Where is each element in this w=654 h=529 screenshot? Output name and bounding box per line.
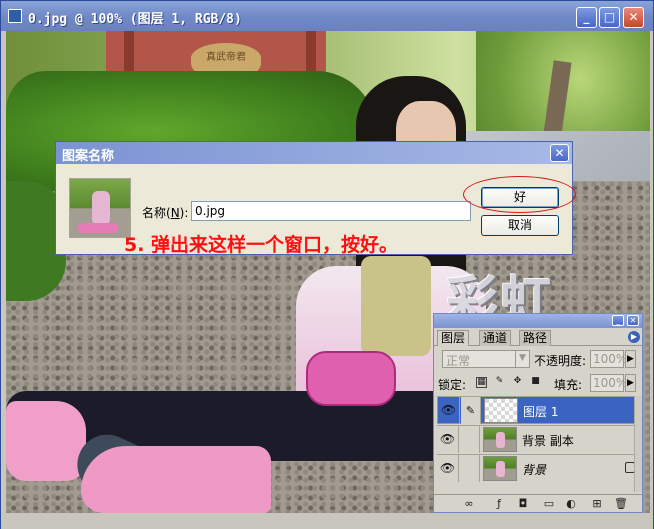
panel-tabs: 图层 通道 路径 ▶ xyxy=(434,329,642,346)
layer-name: 背景 xyxy=(522,463,547,477)
lock-move-icon[interactable]: ✥ xyxy=(512,377,523,388)
lock-row: 锁定: ▦ ✎ ✥ ■ 填充: 100% ▶ xyxy=(438,374,640,394)
pattern-preview-thumbnail xyxy=(69,178,131,238)
layer-name: 背景 副本 xyxy=(522,434,574,448)
chevron-down-icon: ▼ xyxy=(515,351,529,367)
lock-paint-icon[interactable]: ✎ xyxy=(494,377,505,388)
dialog-close-button[interactable]: ✕ xyxy=(550,144,569,162)
pattern-name-dialog: 图案名称 ✕ 名称(N): 0.jpg 好 取消 5. 弹出来这样一个窗口，按好… xyxy=(55,141,576,256)
lock-label: 锁定: xyxy=(438,378,467,392)
highlight-ring xyxy=(463,176,576,213)
eye-icon[interactable]: 👁 xyxy=(438,397,460,424)
name-input[interactable]: 0.jpg xyxy=(191,201,471,221)
layer-row[interactable]: 👁 背景 xyxy=(437,454,641,482)
photoshop-document-window: 0.jpg @ 100% (图层 1, RGB/8) _ □ ✕ 真武帝君 彩虹… xyxy=(0,0,654,529)
window-title: 0.jpg @ 100% (图层 1, RGB/8) xyxy=(28,12,242,27)
layer-name: 图层 1 xyxy=(523,405,559,419)
new-layer-icon[interactable]: ⊞ xyxy=(590,497,604,511)
layer-thumbnail xyxy=(483,427,517,452)
fill-label: 填充: xyxy=(554,378,583,392)
maximize-button[interactable]: □ xyxy=(599,7,620,28)
adjustment-icon[interactable]: ◐ xyxy=(564,497,578,511)
blend-mode-value: 正常 xyxy=(446,354,471,368)
eye-icon[interactable]: 👁 xyxy=(437,426,459,453)
tab-layers[interactable]: 图层 xyxy=(437,330,470,346)
fill-arrow-icon[interactable]: ▶ xyxy=(625,374,636,392)
lock-transparent-icon[interactable]: ▦ xyxy=(476,377,487,388)
eye-icon[interactable]: 👁 xyxy=(437,455,459,482)
panel-close-button[interactable]: ✕ xyxy=(627,315,639,326)
opacity-field[interactable]: 100% xyxy=(590,350,627,368)
thumbnail-girl xyxy=(92,191,110,225)
dialog-title-bar[interactable]: 图案名称 ✕ xyxy=(56,142,572,164)
link-slot[interactable] xyxy=(460,455,480,482)
name-label: 名称(N): xyxy=(142,206,189,220)
window-title-bar[interactable]: 0.jpg @ 100% (图层 1, RGB/8) _ □ ✕ xyxy=(1,1,653,31)
panel-bottom-bar: ∞ ƒ ◘ ▭ ◐ ⊞ 🗑 xyxy=(434,494,642,512)
photo-pink-boot xyxy=(81,446,271,513)
link-slot[interactable] xyxy=(460,426,480,453)
photo-pink-bag xyxy=(306,351,396,406)
layer-style-icon[interactable]: ƒ xyxy=(492,497,506,511)
layers-scrollbar[interactable] xyxy=(634,396,642,492)
photo-pink-boot xyxy=(6,401,86,481)
tab-channels[interactable]: 通道 xyxy=(479,330,512,346)
fill-field[interactable]: 100% xyxy=(590,374,627,392)
trash-icon[interactable]: 🗑 xyxy=(614,497,628,511)
photo-sign: 真武帝君 xyxy=(191,43,261,73)
cancel-button[interactable]: 取消 xyxy=(481,215,559,236)
layer-thumbnail xyxy=(484,398,518,423)
layers-panel: _ ✕ 图层 通道 路径 ▶ 正常 ▼ 不透明度: 100% ▶ 锁定: ▦ ✎… xyxy=(433,313,643,513)
blend-mode-select[interactable]: 正常 ▼ xyxy=(442,350,530,368)
blend-row: 正常 ▼ 不透明度: 100% ▶ xyxy=(438,350,640,370)
lock-all-icon[interactable]: ■ xyxy=(530,377,541,388)
thumbnail-boots xyxy=(78,223,118,233)
layer-row[interactable]: 👁 背景 副本 xyxy=(437,425,641,453)
dialog-title: 图案名称 xyxy=(62,149,115,164)
status-bar xyxy=(1,513,653,529)
opacity-label: 不透明度: xyxy=(534,354,587,368)
layer-thumbnail xyxy=(483,456,517,481)
brush-icon[interactable]: ✎ xyxy=(461,397,481,424)
minimize-button[interactable]: _ xyxy=(576,7,597,28)
mask-icon[interactable]: ◘ xyxy=(516,497,530,511)
panel-title-bar[interactable]: _ ✕ xyxy=(434,314,642,328)
layer-row[interactable]: 👁 ✎ 图层 1 xyxy=(437,396,641,424)
group-icon[interactable]: ▭ xyxy=(542,497,556,511)
panel-menu-icon[interactable]: ▶ xyxy=(628,331,640,343)
document-icon xyxy=(8,9,22,23)
panel-minimize-button[interactable]: _ xyxy=(612,315,624,326)
photo-girl-scarf xyxy=(361,256,431,356)
tutorial-annotation: 5. 弹出来这样一个窗口，按好。 xyxy=(124,234,399,256)
opacity-arrow-icon[interactable]: ▶ xyxy=(625,350,636,368)
tab-paths[interactable]: 路径 xyxy=(519,330,552,346)
close-button[interactable]: ✕ xyxy=(623,7,644,28)
link-icon[interactable]: ∞ xyxy=(462,497,476,511)
